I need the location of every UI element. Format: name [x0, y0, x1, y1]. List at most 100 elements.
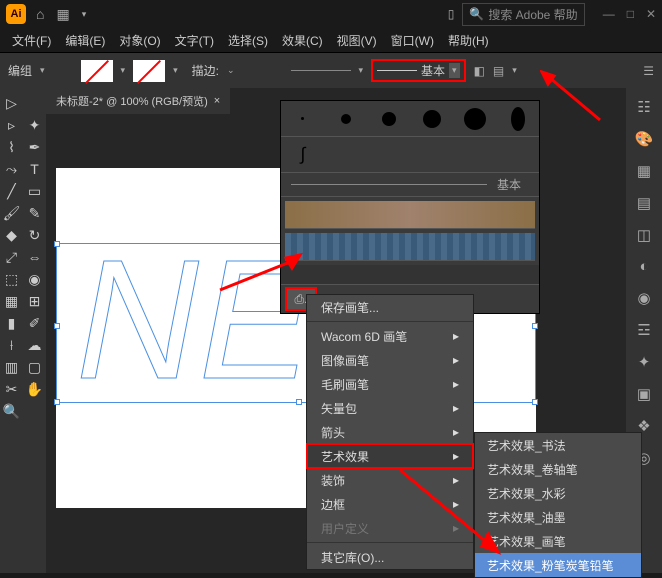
- menu-select[interactable]: 选择(S): [222, 30, 274, 51]
- rotate-tool[interactable]: ↻: [23, 224, 46, 246]
- appearance-icon[interactable]: ◉: [637, 289, 650, 307]
- submenu-chalk-charcoal[interactable]: 艺术效果_粉笔炭笔铅笔: [475, 553, 641, 577]
- menu-save-brush[interactable]: 保存画笔...: [307, 295, 473, 319]
- menu-object[interactable]: 对象(O): [113, 30, 166, 51]
- brush-basic-label: 基本: [421, 62, 445, 79]
- menu-artistic[interactable]: 艺术效果▸: [307, 444, 473, 468]
- selection-mode: 编组: [8, 62, 32, 79]
- width-tool[interactable]: ⇔: [23, 246, 46, 268]
- blend-tool[interactable]: ⟊: [0, 334, 23, 356]
- eraser-tool[interactable]: ◆: [0, 224, 23, 246]
- pencil-tool[interactable]: ✎: [23, 202, 46, 224]
- menu-help[interactable]: 帮助(H): [442, 30, 495, 51]
- transparency-icon[interactable]: ◐: [639, 258, 648, 275]
- pen-tool[interactable]: ✒: [23, 136, 46, 158]
- fill-chevron-icon[interactable]: ▾: [121, 65, 126, 76]
- tab-close-icon[interactable]: ×: [214, 95, 220, 107]
- mode-chevron-icon[interactable]: ▾: [40, 65, 45, 76]
- menu-bristle-brush[interactable]: 毛刷画笔▸: [307, 372, 473, 396]
- mesh-tool[interactable]: ⊞: [23, 290, 46, 312]
- lasso-tool[interactable]: ⌇: [0, 136, 23, 158]
- properties-icon[interactable]: ☷: [637, 98, 650, 116]
- submenu-watercolor[interactable]: 艺术效果_水彩: [475, 481, 641, 505]
- curvature-tool[interactable]: ⤳: [0, 158, 23, 180]
- style-icon[interactable]: ▤: [493, 64, 504, 78]
- brush-pattern-1[interactable]: [285, 201, 535, 229]
- menu-other-library[interactable]: 其它库(O)...: [307, 545, 473, 569]
- submenu-paintbrush[interactable]: 艺术效果_画笔: [475, 529, 641, 553]
- line-tool[interactable]: ╱: [0, 180, 23, 202]
- app-logo: Ai: [6, 4, 26, 24]
- menu-wacom[interactable]: Wacom 6D 画笔▸: [307, 324, 473, 348]
- menu-view[interactable]: 视图(V): [331, 30, 383, 51]
- weight-chevron-icon[interactable]: ⌄: [227, 65, 235, 76]
- type-tool[interactable]: T: [23, 158, 46, 180]
- perspective-tool[interactable]: ▦: [0, 290, 23, 312]
- asset-icon[interactable]: ✦: [638, 353, 651, 371]
- minimize-button[interactable]: —: [603, 7, 615, 21]
- search-icon: 🔍: [469, 7, 484, 21]
- submenu-ink[interactable]: 艺术效果_油墨: [475, 505, 641, 529]
- graph-tool[interactable]: ▥: [0, 356, 23, 378]
- magic-wand-tool[interactable]: ✦: [23, 114, 46, 136]
- brush-definition-dropdown[interactable]: 基本 ▾: [371, 59, 466, 82]
- options-bar: 编组 ▾ ▾ ▾ 描边: ⌄ ▾ 基本 ▾ ◧ ▤ ▾ ☰: [0, 52, 662, 88]
- search-placeholder: 搜索 Adobe 帮助: [488, 6, 577, 23]
- search-box[interactable]: 🔍 搜索 Adobe 帮助: [462, 3, 584, 26]
- brush-tool[interactable]: 🖌: [0, 202, 23, 224]
- slice-tool[interactable]: ✂: [0, 378, 23, 400]
- toolbox: ▷ ▹✦ ⌇✒ ⤳T ╱▭ 🖌✎ ◆↻ ⤢⇔ ⬚◉ ▦⊞ ▮✐ ⟊☁ ▥▢ ✂✋…: [0, 88, 46, 573]
- menu-decorative[interactable]: 装饰▸: [307, 468, 473, 492]
- profile-chevron-icon[interactable]: ▾: [359, 65, 364, 76]
- shape-builder-tool[interactable]: ◉: [23, 268, 46, 290]
- menu-vector-pack[interactable]: 矢量包▸: [307, 396, 473, 420]
- library-icon[interactable]: ▣: [637, 385, 651, 403]
- submenu-calligraphic[interactable]: 艺术效果_书法: [475, 433, 641, 457]
- rectangle-tool[interactable]: ▭: [23, 180, 46, 202]
- gradient-tool[interactable]: ▮: [0, 312, 23, 334]
- menu-window[interactable]: 窗口(W): [385, 30, 440, 51]
- symbol-tool[interactable]: ☁: [23, 334, 46, 356]
- direct-select-tool[interactable]: ▹: [0, 114, 23, 136]
- maximize-button[interactable]: □: [627, 7, 634, 21]
- menu-bar: 文件(F) 编辑(E) 对象(O) 文字(T) 选择(S) 效果(C) 视图(V…: [0, 28, 662, 52]
- stroke-swatch[interactable]: [133, 60, 165, 82]
- tab-title: 未标题-2* @ 100% (RGB/预览): [56, 93, 208, 109]
- selection-tool[interactable]: ▷: [0, 92, 23, 114]
- zoom-tool[interactable]: 🔍: [0, 400, 23, 422]
- eyedropper-tool[interactable]: ✐: [23, 312, 46, 334]
- menu-effect[interactable]: 效果(C): [276, 30, 329, 51]
- brushes-panel: ∫ 基本 ⎙. ▦: [280, 100, 540, 314]
- menu-border-brush[interactable]: 边框▸: [307, 492, 473, 516]
- brush-pattern-3[interactable]: [281, 265, 539, 285]
- home-icon[interactable]: ⌂: [36, 6, 44, 22]
- close-button[interactable]: ✕: [646, 7, 656, 21]
- color-icon[interactable]: 🎨: [635, 130, 654, 148]
- menu-type[interactable]: 文字(T): [169, 30, 220, 51]
- brush-basic[interactable]: 基本: [497, 176, 521, 193]
- align-icon[interactable]: ☰: [643, 64, 654, 78]
- stroke-preview: [291, 70, 351, 71]
- hand-tool[interactable]: ✋: [23, 378, 46, 400]
- swatches-icon[interactable]: ▦: [637, 162, 651, 180]
- artboard-tool[interactable]: ▢: [23, 356, 46, 378]
- opacity-icon[interactable]: ◧: [474, 64, 485, 78]
- gradient-panel-icon[interactable]: ◫: [637, 226, 651, 244]
- free-transform-tool[interactable]: ⬚: [0, 268, 23, 290]
- stroke-panel-icon[interactable]: ▤: [637, 194, 651, 212]
- brush-pattern-2[interactable]: [285, 233, 535, 261]
- scale-tool[interactable]: ⤢: [0, 246, 23, 268]
- menu-arrow-brush[interactable]: 箭头▸: [307, 420, 473, 444]
- layers-icon[interactable]: ☲: [637, 321, 650, 339]
- stroke-chevron-icon[interactable]: ▾: [173, 65, 178, 76]
- menu-edit[interactable]: 编辑(E): [59, 30, 111, 51]
- cloud-icon[interactable]: ▦: [56, 6, 69, 23]
- brush-library-menu: 保存画笔... Wacom 6D 画笔▸ 图像画笔▸ 毛刷画笔▸ 矢量包▸ 箭头…: [306, 294, 474, 570]
- menu-image-brush[interactable]: 图像画笔▸: [307, 348, 473, 372]
- document-tab[interactable]: 未标题-2* @ 100% (RGB/预览) ×: [46, 88, 230, 114]
- fill-swatch[interactable]: [81, 60, 113, 82]
- chevron-down-icon[interactable]: ▾: [82, 9, 87, 20]
- layout-icon[interactable]: ▯: [448, 7, 455, 21]
- menu-file[interactable]: 文件(F): [6, 30, 57, 51]
- submenu-scroll-pen[interactable]: 艺术效果_卷轴笔: [475, 457, 641, 481]
